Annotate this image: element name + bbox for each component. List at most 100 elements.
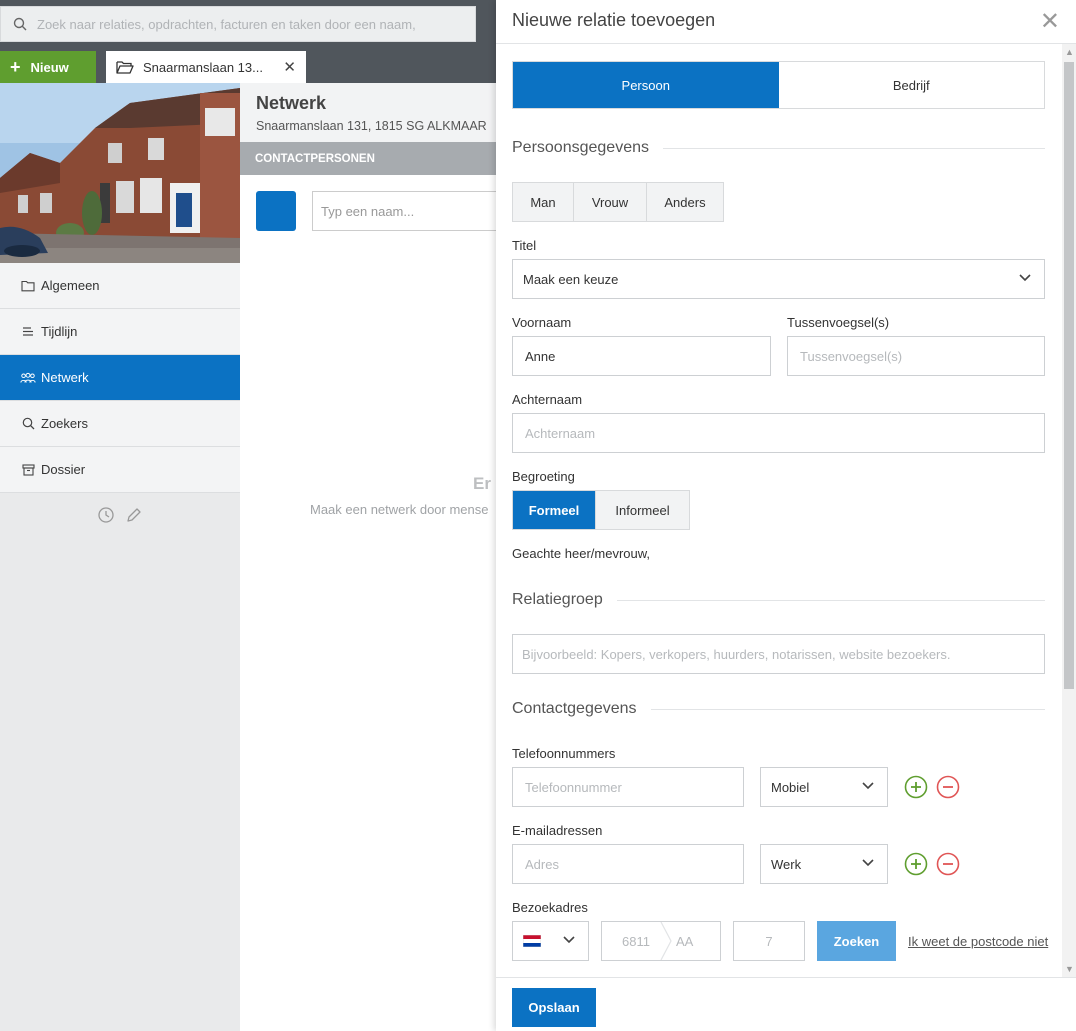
open-file-tab-label: Snaarmanslaan 13... [143, 59, 263, 75]
telefoon-label: Telefoonnummers [512, 746, 616, 761]
sidebar-item-algemeen[interactable]: Algemeen [0, 263, 240, 309]
section-title: Relatiegroep [512, 591, 603, 608]
sidebar-item-netwerk[interactable]: Netwerk [0, 355, 247, 401]
edit-icon[interactable] [125, 506, 143, 527]
property-photo [0, 83, 240, 263]
email-input[interactable]: Adres [512, 844, 744, 884]
begroeting-label: Begroeting [512, 469, 575, 484]
begroeting-formeel-button[interactable]: Formeel [513, 491, 596, 529]
modal-title: Nieuwe relatie toevoegen [512, 10, 716, 30]
sidebar-item-zoekers[interactable]: Zoekers [0, 401, 240, 447]
titel-value: Maak een keuze [523, 271, 619, 287]
save-button[interactable]: Opslaan [512, 988, 596, 1027]
sidebar-item-dossier[interactable]: Dossier [0, 447, 240, 493]
relatiegroep-input[interactable]: Bijvoorbeeld: Kopers, verkopers, huurder… [512, 634, 1045, 674]
app-background: Zoek naar relaties, opdrachten, facturen… [0, 0, 496, 1031]
email-label: E-mailadressen [512, 823, 603, 838]
close-icon[interactable]: ✕ [1040, 10, 1060, 34]
achternaam-label: Achternaam [512, 392, 583, 407]
sidebar-nav: Algemeen Tijdlijn Netwerk Zoekers Dossie… [0, 263, 247, 493]
telefoon-input[interactable]: Telefoonnummer [512, 767, 744, 807]
persoonsgegevens-section: Persoonsgegevens [512, 139, 1045, 157]
network-panel: Netwerk Snaarmanslaan 131, 1815 SG ALKMA… [240, 83, 496, 1031]
gender-anders-button[interactable]: Anders [647, 183, 723, 221]
contact-persons-header: CONTACTPERSONEN [240, 142, 496, 175]
remove-phone-icon[interactable] [936, 775, 960, 799]
page-title: Netwerk [256, 93, 327, 113]
sidebar-tools [0, 493, 240, 539]
history-icon[interactable] [97, 506, 115, 527]
scrollbar-thumb[interactable] [1064, 62, 1074, 689]
contactgegevens-section: Contactgegevens [512, 700, 1045, 718]
new-relation-modal: Nieuwe relatie toevoegen ✕ ▲ ▼ Persoon B… [496, 0, 1076, 1031]
remove-email-icon[interactable] [936, 852, 960, 876]
postcode-input[interactable]: 6811 AA [601, 921, 721, 961]
add-contact-button[interactable] [256, 191, 296, 231]
postcode-unknown-link[interactable]: Ik weet de postcode niet [908, 934, 1048, 949]
tussenvoegsel-input[interactable]: Tussenvoegsel(s) [787, 336, 1045, 376]
sidebar-background [0, 493, 240, 1031]
achternaam-input[interactable]: Achternaam [512, 413, 1045, 453]
chevron-down-icon [862, 782, 874, 790]
chevron-down-icon [563, 936, 575, 944]
global-search-input[interactable]: Zoek naar relaties, opdrachten, facturen… [0, 6, 476, 42]
new-button[interactable]: + Nieuw [0, 51, 96, 83]
sidebar-item-label: Tijdlijn [41, 324, 78, 339]
sidebar-item-label: Netwerk [41, 370, 89, 385]
tussenvoegsel-label: Tussenvoegsel(s) [787, 315, 890, 330]
scroll-down-icon[interactable]: ▼ [1065, 964, 1074, 974]
add-email-icon[interactable] [904, 852, 928, 876]
section-title: Persoonsgegevens [512, 139, 649, 156]
plus-icon: + [10, 57, 21, 77]
gender-vrouw-button[interactable]: Vrouw [574, 183, 647, 221]
chevron-down-icon [862, 859, 874, 867]
begroeting-informeel-button[interactable]: Informeel [596, 491, 689, 529]
voornaam-input[interactable]: Anne [512, 336, 771, 376]
gender-man-button[interactable]: Man [513, 183, 574, 221]
search-placeholder: Zoek naar relaties, opdrachten, facturen… [37, 16, 416, 32]
telefoon-type-select[interactable]: Mobiel [760, 767, 888, 807]
greeting-preview: Geachte heer/mevrouw, [512, 546, 651, 561]
sidebar-item-label: Zoekers [41, 416, 88, 431]
list-icon [20, 326, 36, 337]
scroll-up-icon[interactable]: ▲ [1065, 47, 1074, 57]
telefoon-type-value: Mobiel [771, 779, 810, 795]
country-select[interactable] [512, 921, 589, 961]
contact-name-input[interactable] [312, 191, 496, 231]
modal-footer: Opslaan [496, 977, 1076, 1031]
people-icon [20, 372, 36, 384]
postcode-digits-placeholder: 6811 [622, 933, 650, 949]
netherlands-flag-icon [523, 935, 541, 947]
sidebar-item-tijdlijn[interactable]: Tijdlijn [0, 309, 240, 355]
add-phone-icon[interactable] [904, 775, 928, 799]
chevron-down-icon [1019, 274, 1031, 282]
modal-header: Nieuwe relatie toevoegen ✕ [496, 0, 1076, 44]
zoeken-button[interactable]: Zoeken [817, 921, 896, 961]
relation-type-toggle: Persoon Bedrijf [512, 61, 1045, 109]
archive-icon [20, 463, 36, 476]
search-icon [20, 417, 36, 430]
sidebar-item-label: Dossier [41, 462, 86, 477]
email-type-select[interactable]: Werk [760, 844, 888, 884]
modal-scrollbar[interactable]: ▲ ▼ [1062, 44, 1076, 977]
voornaam-label: Voornaam [512, 315, 572, 330]
section-title: Contactgegevens [512, 700, 637, 717]
folder-icon [20, 280, 36, 292]
open-file-tab[interactable]: Snaarmanslaan 13... ✕ [106, 51, 306, 83]
postcode-letters-placeholder: AA [675, 933, 694, 949]
close-tab-icon[interactable]: ✕ [283, 58, 296, 76]
huisnummer-input[interactable]: 7 [733, 921, 805, 961]
empty-state-title: Er [473, 474, 491, 493]
email-type-value: Werk [771, 856, 802, 872]
empty-state-text: Maak een netwerk door mense [310, 502, 489, 517]
titel-label: Titel [512, 238, 537, 253]
property-address: Snaarmanslaan 131, 1815 SG ALKMAAR [256, 119, 487, 133]
new-button-label: Nieuw [30, 59, 69, 75]
relatiegroep-section: Relatiegroep [512, 591, 1045, 609]
titel-select[interactable]: Maak een keuze [512, 259, 1045, 299]
type-bedrijf-button[interactable]: Bedrijf [779, 62, 1045, 108]
top-bar: Zoek naar relaties, opdrachten, facturen… [0, 0, 496, 83]
type-persoon-button[interactable]: Persoon [513, 62, 779, 108]
gender-toggle: Man Vrouw Anders [512, 182, 724, 222]
bezoekadres-label: Bezoekadres [512, 900, 588, 915]
